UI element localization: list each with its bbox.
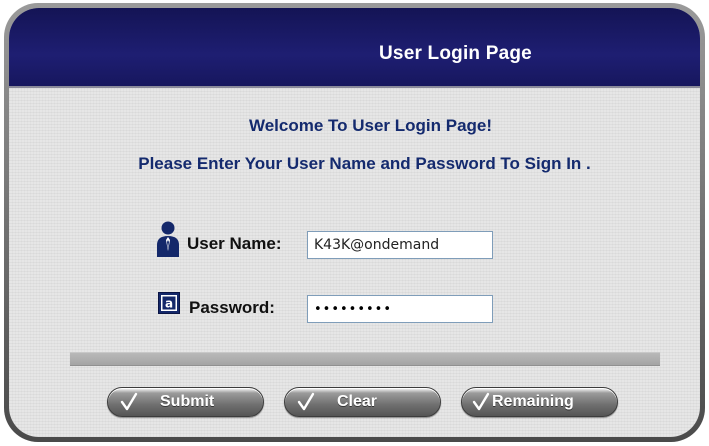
submit-button-label: Submit [160, 393, 215, 410]
remaining-button[interactable]: Remaining [461, 387, 618, 417]
login-panel-body: User Login Page Welcome To User Login Pa… [9, 8, 700, 437]
login-panel: User Login Page Welcome To User Login Pa… [4, 3, 705, 442]
password-icon: a [158, 292, 180, 314]
header-bar: User Login Page [9, 8, 700, 88]
check-icon [297, 392, 315, 411]
password-row: a Password: [9, 291, 700, 325]
clear-button[interactable]: Clear [284, 387, 441, 417]
separator-bar [70, 352, 660, 366]
clear-button-label: Clear [337, 393, 378, 410]
page-title: User Login Page [379, 43, 532, 64]
submit-button[interactable]: Submit [107, 387, 264, 417]
instruction-text: Please Enter Your User Name and Password… [138, 154, 591, 173]
check-icon [472, 392, 490, 411]
check-icon [120, 392, 138, 411]
username-row: User Name: [9, 221, 700, 265]
svg-text:a: a [165, 297, 173, 311]
remaining-button-label: Remaining [492, 393, 574, 410]
password-label: Password: [189, 298, 275, 317]
user-icon [157, 221, 179, 257]
welcome-heading: Welcome To User Login Page! [248, 116, 493, 135]
password-input[interactable] [307, 295, 493, 323]
username-input[interactable] [307, 231, 493, 259]
username-label: User Name: [187, 234, 282, 253]
